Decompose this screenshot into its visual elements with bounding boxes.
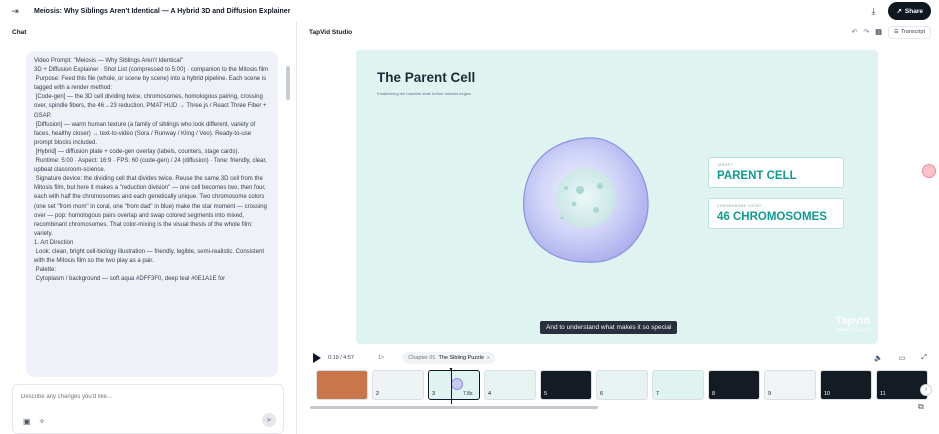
transcript-label: Transcript (900, 29, 925, 35)
chapter-selector[interactable]: Chapter 01 The Sibling Puzzle › (402, 352, 495, 364)
chat-scrollbar-thumb[interactable] (286, 66, 290, 100)
scene-thumbnail[interactable] (316, 370, 368, 400)
scene-number: 7 (656, 391, 660, 397)
scene-thumbnail[interactable]: 7 (652, 370, 704, 400)
target-card-label: TARGET (717, 163, 733, 167)
screenshot-icon[interactable]: ⧉ (918, 402, 924, 412)
studio-title: TapVid Studio (309, 28, 353, 36)
share-label: Share (904, 7, 923, 15)
captions-icon[interactable]: ▭ (899, 354, 906, 362)
scene-thumbnail[interactable]: 8 (708, 370, 760, 400)
share-icon: ↗ (896, 8, 902, 15)
scene-number: 8 (712, 391, 716, 397)
floating-assistant-icon[interactable] (922, 164, 936, 178)
chromosome-count-label: CHROMOSOME COUNT (717, 204, 762, 208)
chevron-right-icon: › (487, 355, 489, 361)
play-icon[interactable] (312, 353, 322, 363)
scene-thumbnail-active[interactable]: 3 7.8s (428, 370, 480, 400)
chat-input[interactable] (13, 386, 283, 408)
chat-header: Chat (12, 28, 27, 36)
chat-panel: Chat Video Prompt: "Meiosis — Why Siblin… (0, 22, 294, 434)
chapter-prefix: Chapter 01 (408, 355, 436, 361)
chat-input-box: ▣ ✧ ➤ (12, 384, 284, 434)
studio-panel: TapVid Studio ↶ ↷ ▤ ☰ Transcript The Par… (300, 22, 939, 434)
document-icon[interactable]: ▤ (875, 28, 882, 36)
chevron-right-icon: › (925, 387, 927, 393)
parent-cell-illustration (523, 137, 649, 263)
scene-number: 6 (600, 391, 604, 397)
send-button[interactable]: ➤ (262, 413, 276, 427)
video-canvas[interactable]: The Parent Cell Establishing the baselin… (356, 50, 878, 344)
image-icon[interactable]: ▣ (23, 417, 31, 426)
scene-duration: 7.8s (463, 391, 473, 397)
top-bar: ⇥ Meiosis: Why Siblings Aren't Identical… (0, 0, 939, 22)
scene-thumbnail[interactable]: 9 (764, 370, 816, 400)
chromosome-count-card: CHROMOSOME COUNT 46 CHROMOSOMES (708, 198, 844, 229)
thumbnail-cell-icon (451, 378, 463, 390)
timeline-playhead[interactable] (449, 368, 453, 404)
panel-divider[interactable] (296, 22, 297, 434)
download-icon[interactable]: ⤓ (866, 4, 880, 18)
scene-number: 10 (824, 391, 831, 397)
scene-thumbnail[interactable]: 2 (372, 370, 424, 400)
transcript-icon: ☰ (893, 29, 899, 35)
magic-wand-icon[interactable]: ✧ (39, 417, 46, 426)
volume-icon[interactable]: 🔈 (874, 354, 883, 362)
chapter-name: The Sibling Puzzle (438, 355, 485, 361)
scene-thumbnail[interactable]: 5 (540, 370, 592, 400)
chat-message: Video Prompt: "Meiosis — Why Siblings Ar… (26, 51, 278, 377)
caption-subtitle: And to understand what makes it so speci… (540, 321, 678, 334)
scene-number: 11 (880, 391, 886, 397)
target-card-value: PARENT CELL (717, 170, 797, 182)
scene-number: 9 (768, 391, 772, 397)
watermark-subtext: Made with tapvid (836, 327, 870, 332)
undo-icon[interactable]: ↶ (851, 28, 857, 36)
watermark-text: Tapvid (835, 315, 870, 327)
timeline-next-button[interactable]: › (920, 384, 932, 396)
chat-scrollbar[interactable] (286, 66, 290, 366)
send-icon: ➤ (266, 417, 272, 424)
chromosome-count-value: 46 CHROMOSOMES (717, 211, 827, 223)
player-controls: 0:19 / 4:57 1× Chapter 01 The Sibling Pu… (312, 350, 927, 366)
sidebar-toggle-icon[interactable]: ⇥ (8, 4, 22, 18)
chat-message-text: Video Prompt: "Meiosis — Why Siblings Ar… (34, 58, 269, 283)
scene-thumbnail[interactable]: 4 (484, 370, 536, 400)
studio-header: TapVid Studio ↶ ↷ ▤ ☰ Transcript (300, 22, 939, 42)
scene-number: 5 (544, 391, 548, 397)
scene-number: 2 (376, 391, 380, 397)
scene-number: 3 (432, 391, 436, 397)
scene-title: The Parent Cell (377, 70, 476, 85)
tapvid-watermark: Tapvid Made with tapvid (835, 315, 870, 332)
redo-icon[interactable]: ↷ (863, 28, 869, 36)
share-button[interactable]: ↗ Share (888, 2, 931, 20)
scene-thumbnail[interactable]: 6 (596, 370, 648, 400)
target-card: TARGET PARENT CELL (708, 157, 844, 188)
scene-subtitle: Establishing the baseline state before m… (377, 91, 472, 96)
transcript-button[interactable]: ☰ Transcript (887, 25, 931, 39)
scene-thumbnail[interactable]: 10 (820, 370, 872, 400)
scene-number: 4 (488, 391, 492, 397)
scene-timeline[interactable]: 2 3 7.8s 4 5 6 7 8 9 10 11 (314, 368, 932, 404)
fullscreen-icon[interactable]: ⤢ (921, 354, 927, 362)
timeline-scrollbar[interactable] (310, 406, 598, 409)
playback-speed[interactable]: 1× (378, 355, 384, 361)
project-title: Meiosis: Why Siblings Aren't Identical —… (34, 7, 291, 15)
playback-time: 0:19 / 4:57 (328, 355, 354, 361)
scene-thumbnail[interactable]: 11 (876, 370, 928, 400)
